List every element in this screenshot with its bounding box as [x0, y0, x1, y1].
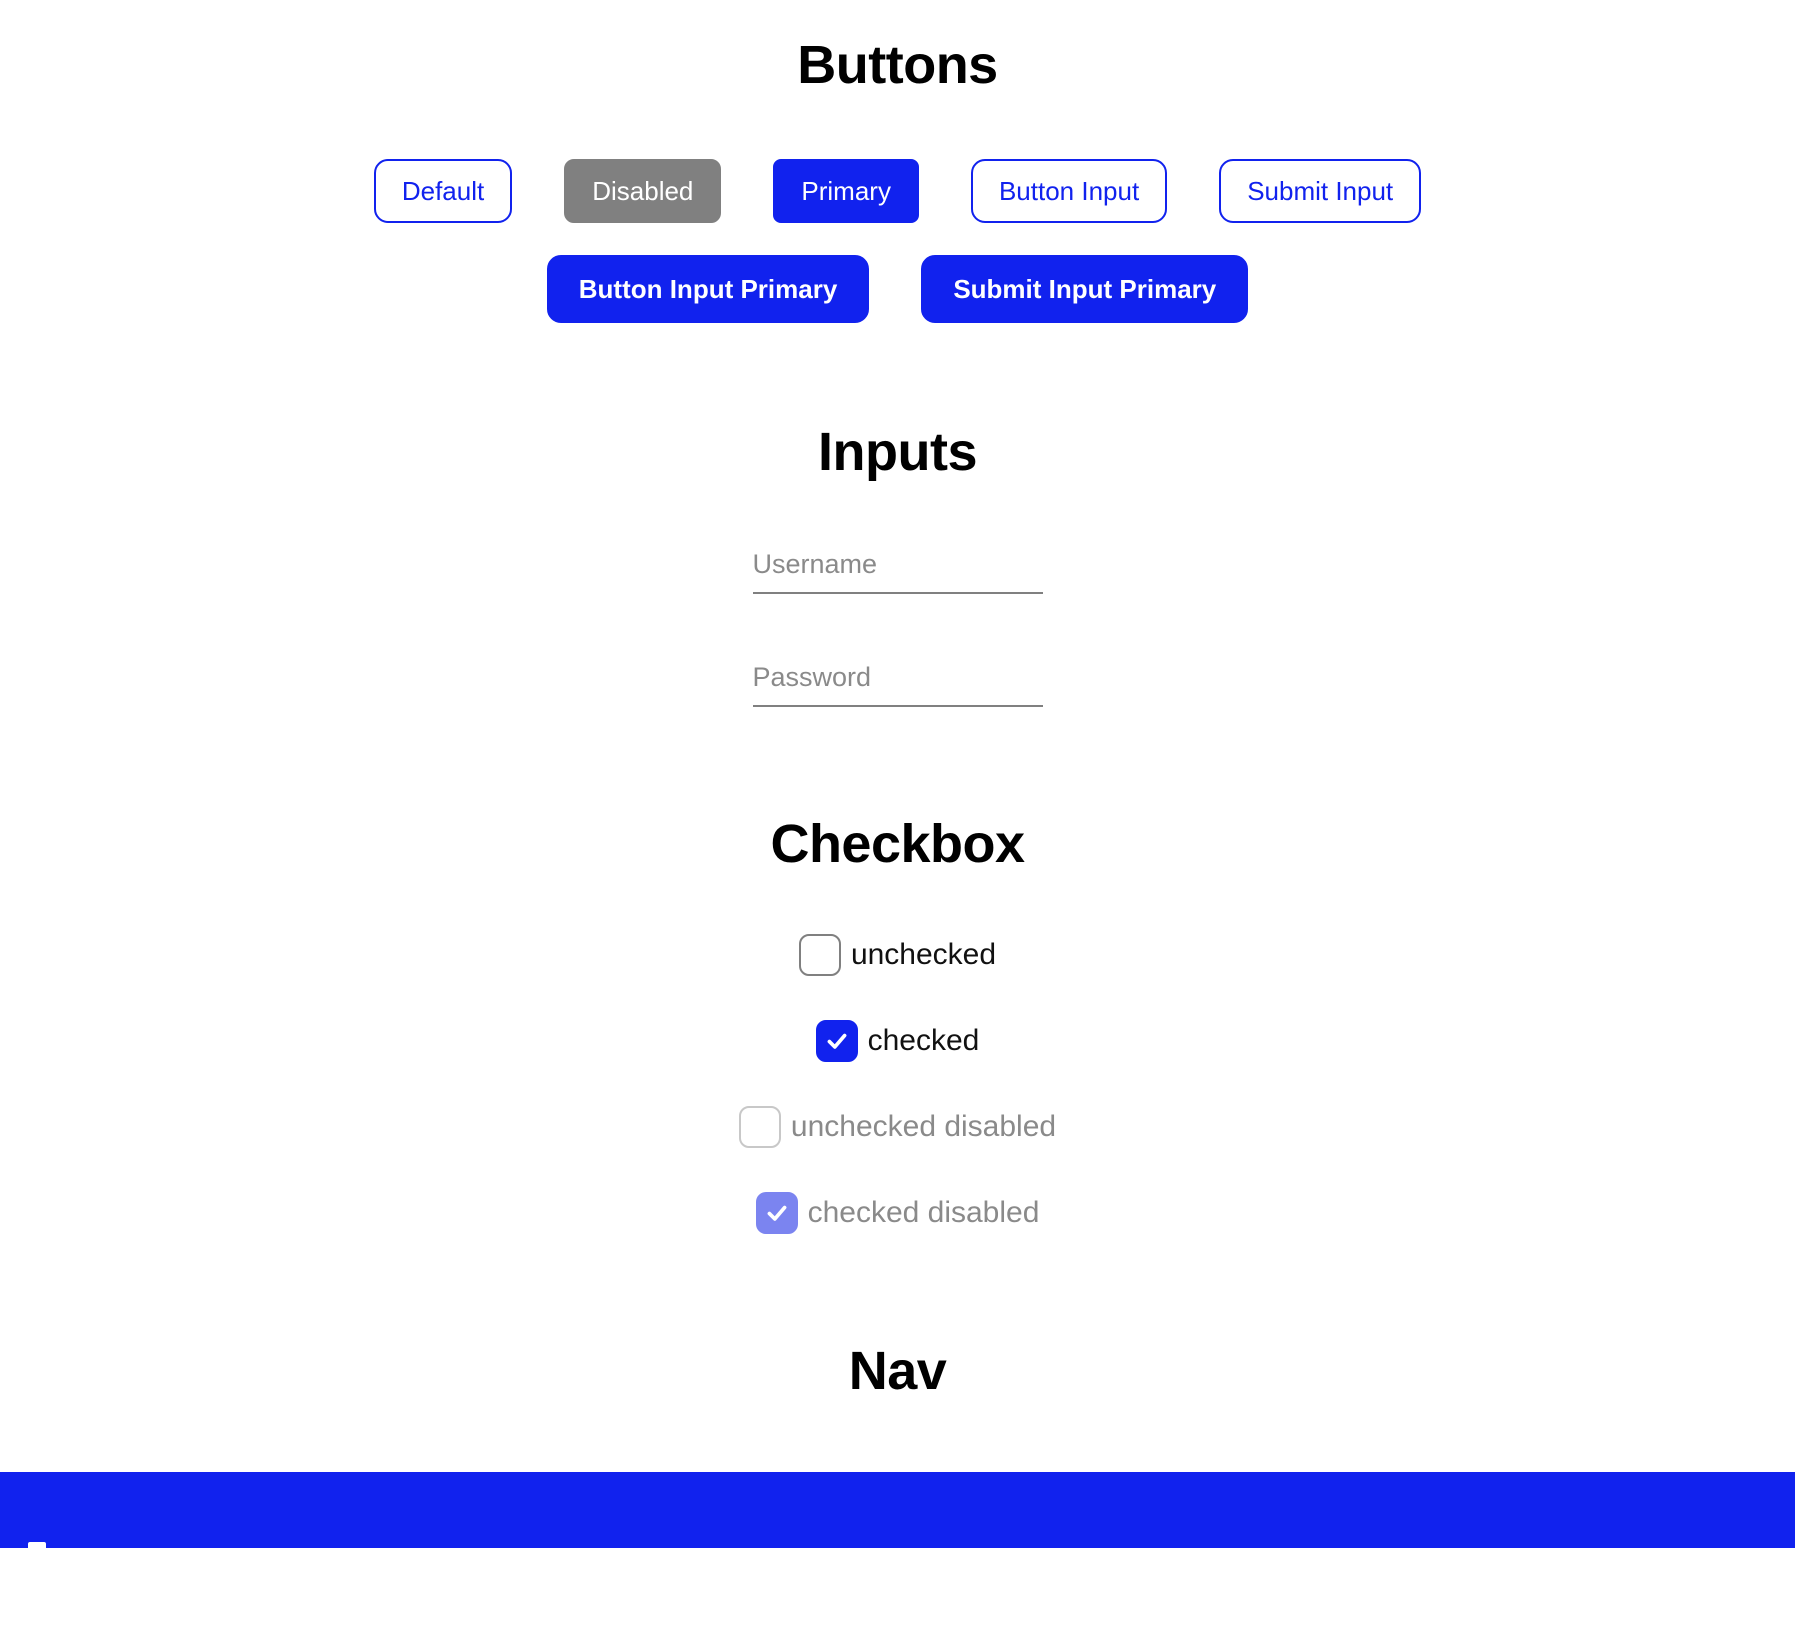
checkbox-row-unchecked[interactable]: unchecked	[798, 934, 997, 977]
checkbox-section: Checkbox unchecked checked unchecked dis…	[0, 813, 1795, 1235]
checkbox-checked-disabled-icon	[755, 1192, 798, 1235]
inputs-form	[0, 542, 1795, 707]
nav-section: Nav	[0, 1341, 1795, 1554]
submit-input[interactable]: Submit Input	[1219, 159, 1422, 224]
checkbox-row-unchecked-disabled: unchecked disabled	[738, 1106, 1057, 1149]
primary-button[interactable]: Primary	[773, 159, 919, 224]
button-input-primary[interactable]: Button Input Primary	[546, 255, 870, 324]
buttons-row-secondary-set: Button Input Primary Submit Input Primar…	[0, 255, 1795, 324]
checkbox-label-unchecked: unchecked	[850, 938, 997, 972]
checkmark-icon	[827, 1033, 847, 1049]
checkbox-label-checked-disabled: checked disabled	[807, 1196, 1040, 1230]
default-button[interactable]: Default	[373, 159, 513, 224]
checkbox-row-checked-disabled: checked disabled	[755, 1192, 1040, 1235]
buttons-section: Buttons Default Disabled Primary Button …	[0, 0, 1795, 324]
component-showcase-page: Buttons Default Disabled Primary Button …	[0, 0, 1795, 1554]
checkmark-disabled-icon	[767, 1205, 787, 1221]
disabled-button: Disabled	[564, 159, 722, 224]
buttons-heading: Buttons	[797, 35, 998, 95]
checkbox-row-checked[interactable]: checked	[815, 1020, 980, 1063]
checkbox-unchecked-disabled-icon	[738, 1106, 781, 1149]
buttons-row-primary-set: Default Disabled Primary Button Input Su…	[0, 159, 1795, 224]
button-input[interactable]: Button Input	[970, 159, 1168, 224]
nav-bar[interactable]	[0, 1471, 1795, 1554]
checkbox-checked-icon[interactable]	[815, 1020, 858, 1063]
inputs-heading: Inputs	[818, 422, 977, 483]
checkbox-heading: Checkbox	[770, 813, 1025, 874]
checkbox-list: unchecked checked unchecked disabled che…	[0, 934, 1795, 1235]
nav-heading: Nav	[848, 1341, 947, 1402]
submit-input-primary[interactable]: Submit Input Primary	[921, 255, 1249, 324]
password-input[interactable]	[752, 655, 1043, 707]
checkbox-unchecked-icon[interactable]	[798, 934, 841, 977]
nav-bar-marker	[28, 1541, 46, 1554]
inputs-section: Inputs	[0, 422, 1795, 707]
checkbox-label-checked: checked	[867, 1024, 980, 1058]
checkbox-label-unchecked-disabled: unchecked disabled	[790, 1110, 1057, 1144]
username-input[interactable]	[752, 542, 1043, 594]
